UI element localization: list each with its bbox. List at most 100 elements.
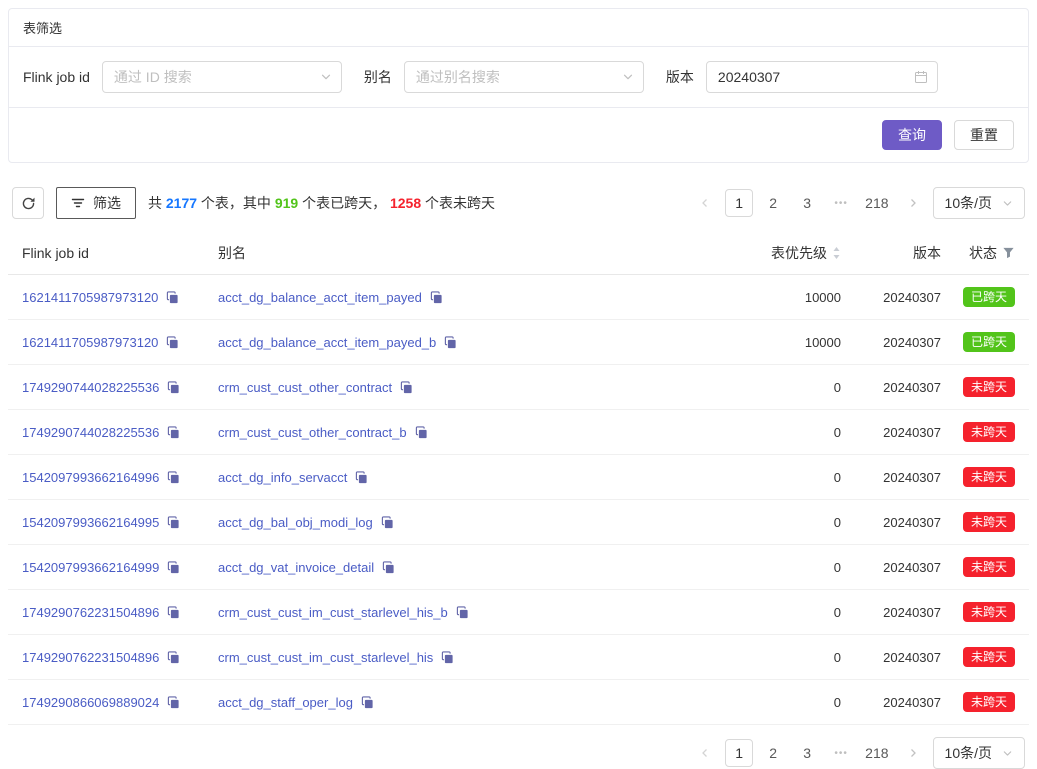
jump-pages-icon[interactable]: ••• xyxy=(827,189,855,217)
copy-icon[interactable] xyxy=(167,651,180,664)
next-page-icon[interactable] xyxy=(899,739,927,767)
alias-cell: acct_dg_info_servacct xyxy=(218,470,691,485)
copy-icon[interactable] xyxy=(400,381,413,394)
alias-link[interactable]: acct_dg_balance_acct_item_payed xyxy=(218,290,422,305)
job-id-cell: 1749290744028225536 xyxy=(22,425,218,440)
page-button-1[interactable]: 1 xyxy=(725,739,753,767)
alias-link[interactable]: acct_dg_bal_obj_modi_log xyxy=(218,515,373,530)
alias-link[interactable]: crm_cust_cust_im_cust_starlevel_his xyxy=(218,650,433,665)
alias-link[interactable]: crm_cust_cust_other_contract_b xyxy=(218,425,407,440)
flink-job-id-input[interactable] xyxy=(114,69,311,85)
job-id-link[interactable]: 1749290762231504896 xyxy=(22,650,159,665)
sort-icon[interactable] xyxy=(832,246,841,260)
copy-icon[interactable] xyxy=(167,516,180,529)
page-button-3[interactable]: 3 xyxy=(793,189,821,217)
page-size-select[interactable]: 10条/页 xyxy=(933,187,1025,219)
page-button-last[interactable]: 218 xyxy=(861,189,892,217)
copy-icon[interactable] xyxy=(166,336,179,349)
alias-input[interactable] xyxy=(416,69,613,85)
status-cell: 未跨天 xyxy=(941,422,1015,442)
status-badge: 未跨天 xyxy=(963,422,1015,442)
status-badge: 未跨天 xyxy=(963,512,1015,532)
alias-cell: acct_dg_staff_oper_log xyxy=(218,695,691,710)
job-id-cell: 1621411705987973120 xyxy=(22,290,218,305)
alias-link[interactable]: acct_dg_staff_oper_log xyxy=(218,695,353,710)
status-badge: 未跨天 xyxy=(963,557,1015,577)
copy-icon[interactable] xyxy=(166,291,179,304)
table-row: 1542097993662164999 acct_dg_vat_invoice_… xyxy=(8,545,1029,590)
copy-icon[interactable] xyxy=(167,696,180,709)
alias-cell: crm_cust_cust_im_cust_starlevel_his xyxy=(218,650,691,665)
priority-value: 0 xyxy=(691,470,841,485)
status-cell: 未跨天 xyxy=(941,467,1015,487)
page-size-select[interactable]: 10条/页 xyxy=(933,737,1025,769)
col-header-priority[interactable]: 表优先级 xyxy=(691,243,841,263)
alias-link[interactable]: acct_dg_info_servacct xyxy=(218,470,347,485)
job-id-link[interactable]: 1542097993662164999 xyxy=(22,560,159,575)
field-alias: 别名 xyxy=(364,61,644,93)
alias-link[interactable]: acct_dg_vat_invoice_detail xyxy=(218,560,374,575)
job-id-link[interactable]: 1749290744028225536 xyxy=(22,425,159,440)
copy-icon[interactable] xyxy=(382,561,395,574)
page-button-last[interactable]: 218 xyxy=(861,739,892,767)
table-body: 1621411705987973120 acct_dg_balance_acct… xyxy=(8,275,1029,725)
table-row: 1749290762231504896 crm_cust_cust_im_cus… xyxy=(8,590,1029,635)
copy-icon[interactable] xyxy=(415,426,428,439)
alias-select[interactable] xyxy=(404,61,644,93)
copy-icon[interactable] xyxy=(361,696,374,709)
alias-link[interactable]: crm_cust_cust_other_contract xyxy=(218,380,392,395)
copy-icon[interactable] xyxy=(355,471,368,484)
job-id-link[interactable]: 1749290744028225536 xyxy=(22,380,159,395)
alias-link[interactable]: crm_cust_cust_im_cust_starlevel_his_b xyxy=(218,605,448,620)
version-value: 20240307 xyxy=(841,470,941,485)
copy-icon[interactable] xyxy=(444,336,457,349)
next-page-icon[interactable] xyxy=(899,189,927,217)
copy-icon[interactable] xyxy=(381,516,394,529)
copy-icon[interactable] xyxy=(167,561,180,574)
copy-icon[interactable] xyxy=(441,651,454,664)
copy-icon[interactable] xyxy=(456,606,469,619)
status-badge: 未跨天 xyxy=(963,647,1015,667)
prev-page-icon[interactable] xyxy=(691,739,719,767)
alias-cell: acct_dg_vat_invoice_detail xyxy=(218,560,691,575)
prev-page-icon[interactable] xyxy=(691,189,719,217)
job-id-link[interactable]: 1749290866069889024 xyxy=(22,695,159,710)
job-id-link[interactable]: 1542097993662164995 xyxy=(22,515,159,530)
copy-icon[interactable] xyxy=(167,471,180,484)
copy-icon[interactable] xyxy=(167,381,180,394)
alias-link[interactable]: acct_dg_balance_acct_item_payed_b xyxy=(218,335,436,350)
job-id-link[interactable]: 1749290762231504896 xyxy=(22,605,159,620)
page-button-1[interactable]: 1 xyxy=(725,189,753,217)
calendar-icon xyxy=(914,70,928,84)
col-header-version: 版本 xyxy=(841,243,941,263)
reset-button[interactable]: 重置 xyxy=(954,120,1014,150)
page-button-2[interactable]: 2 xyxy=(759,739,787,767)
flink-job-id-select[interactable] xyxy=(102,61,342,93)
version-date-picker[interactable] xyxy=(706,61,938,93)
jump-pages-icon[interactable]: ••• xyxy=(827,739,855,767)
table-row: 1749290866069889024 acct_dg_staff_oper_l… xyxy=(8,680,1029,725)
version-value: 20240307 xyxy=(841,695,941,710)
copy-icon[interactable] xyxy=(167,426,180,439)
table-row: 1542097993662164996 acct_dg_info_servacc… xyxy=(8,455,1029,500)
col-header-status[interactable]: 状态 xyxy=(941,243,1015,263)
job-id-cell: 1749290762231504896 xyxy=(22,605,218,620)
table-row: 1621411705987973120 acct_dg_balance_acct… xyxy=(8,275,1029,320)
filter-button[interactable]: 筛选 xyxy=(56,187,136,219)
column-filter-icon[interactable] xyxy=(1002,246,1015,259)
priority-value: 10000 xyxy=(691,335,841,350)
filter-actions: 查询 重置 xyxy=(9,107,1028,162)
query-button[interactable]: 查询 xyxy=(882,120,942,150)
alias-cell: crm_cust_cust_other_contract xyxy=(218,380,691,395)
job-id-link[interactable]: 1621411705987973120 xyxy=(22,290,158,305)
job-id-cell: 1749290762231504896 xyxy=(22,650,218,665)
copy-icon[interactable] xyxy=(430,291,443,304)
copy-icon[interactable] xyxy=(167,606,180,619)
job-id-link[interactable]: 1542097993662164996 xyxy=(22,470,159,485)
alias-cell: acct_dg_balance_acct_item_payed_b xyxy=(218,335,691,350)
refresh-button[interactable] xyxy=(12,187,44,219)
version-input[interactable] xyxy=(718,69,907,85)
job-id-link[interactable]: 1621411705987973120 xyxy=(22,335,158,350)
page-button-3[interactable]: 3 xyxy=(793,739,821,767)
page-button-2[interactable]: 2 xyxy=(759,189,787,217)
